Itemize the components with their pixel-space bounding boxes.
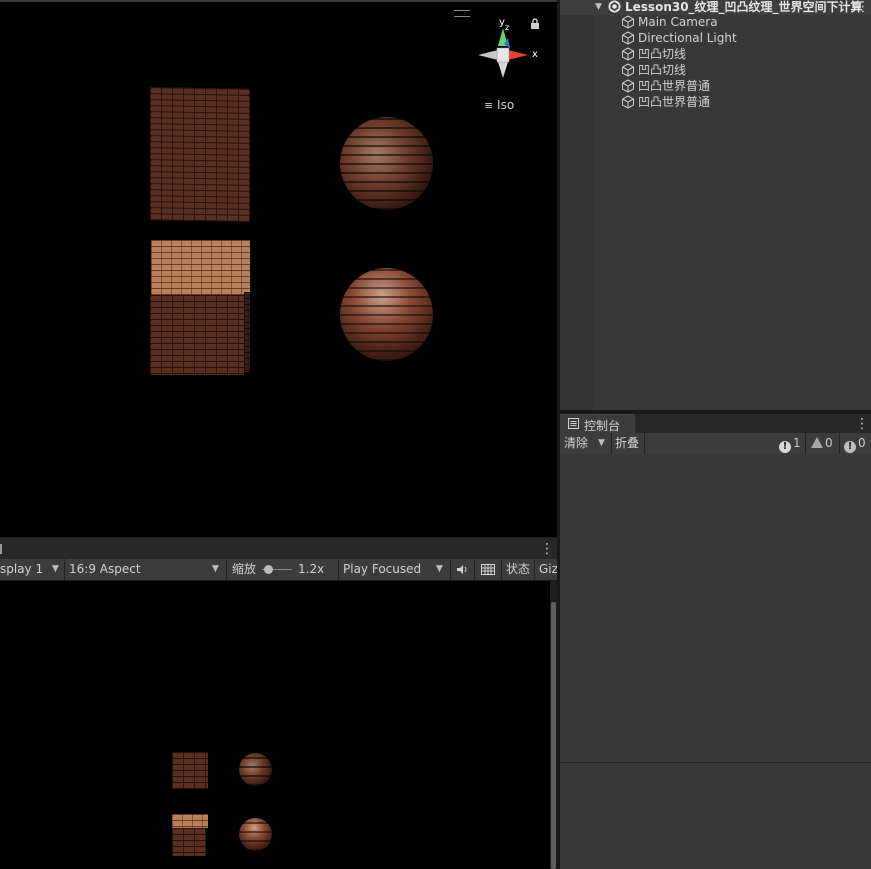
game-view-tabbar: ⋮ (0, 537, 557, 560)
cube-tangent-space[interactable] (150, 87, 250, 222)
scene-more-menu-icon[interactable]: ⋮ (856, 0, 870, 14)
orientation-gizmo[interactable]: y z x (470, 14, 540, 104)
gizmo-z-label: z (505, 23, 510, 32)
gizmo-x-label: x (532, 49, 538, 60)
sphere-tangent-space[interactable] (340, 117, 433, 210)
tab-console[interactable]: 控制台 (560, 414, 635, 434)
scale-slider-thumb[interactable] (264, 565, 273, 574)
gizmos-button[interactable]: Giz (539, 559, 558, 580)
aspect-label: 16:9 Aspect (69, 562, 141, 576)
scale-slider[interactable] (262, 565, 292, 574)
chevron-down-icon: ▼ (52, 564, 59, 574)
hierarchy-item-label: 凹凸切线 (638, 63, 687, 77)
error-count: 0 (858, 436, 866, 450)
cube-world-space[interactable] (150, 240, 250, 375)
aspect-dropdown[interactable]: 16:9 Aspect ▼ (69, 559, 224, 580)
hierarchy-item-label: 凹凸世界普通 (638, 95, 711, 109)
warning-count-toggle[interactable]: 0 (811, 433, 833, 454)
scene-top-border (0, 0, 557, 2)
chevron-down-icon: ▼ (212, 564, 219, 574)
game-sphere-bottom (239, 818, 272, 851)
divider (501, 559, 502, 580)
gameobject-cube-icon (622, 15, 634, 29)
hierarchy-item[interactable]: Main Camera (560, 14, 871, 30)
scene-view[interactable]: y z x ≡ Iso (0, 0, 557, 537)
play-mode-label: Play Focused (343, 562, 422, 576)
cube-top-face (151, 240, 250, 295)
stats-button[interactable]: 状态 (506, 559, 530, 580)
clear-button[interactable]: 清除 (564, 433, 588, 454)
hierarchy-panel: ▼ Lesson30_纹理_凹凸纹理_世界空间下计算 ⋮ Main Camera… (560, 0, 871, 410)
game-tab-edge (0, 544, 2, 554)
divider (534, 559, 535, 580)
hierarchy-item[interactable]: 凹凸切线 (560, 62, 871, 78)
warning-icon (811, 437, 823, 448)
speaker-icon[interactable] (456, 564, 468, 575)
gameobject-cube-icon (622, 79, 634, 93)
divider (805, 433, 806, 454)
divider (450, 559, 451, 580)
menu-lines-icon: ≡ (484, 99, 494, 112)
cube-side-face (244, 292, 250, 372)
projection-label: Iso (497, 98, 515, 112)
console-tab-label: 控制台 (584, 419, 621, 433)
divider (644, 433, 645, 454)
gameobject-cube-icon (622, 63, 634, 77)
game-cube-bottom-front-face (172, 828, 206, 856)
gameobject-cube-icon (622, 31, 634, 45)
console-tab-icon (568, 418, 579, 429)
game-more-menu-icon[interactable]: ⋮ (540, 542, 554, 556)
game-cube-top (172, 752, 208, 789)
expand-arrow-icon[interactable]: ▼ (595, 0, 602, 15)
hierarchy-item[interactable]: 凹凸世界普通 (560, 78, 871, 94)
log-count-toggle[interactable]: ! 1 (779, 433, 801, 454)
game-toolbar: splay 1 ▼ 16:9 Aspect ▼ 缩放 1.2x Play Foc… (0, 559, 558, 581)
projection-toggle[interactable]: ≡ Iso (484, 98, 514, 112)
hierarchy-item-label: 凹凸世界普通 (638, 79, 711, 93)
display-label: splay 1 (0, 562, 44, 576)
gameobject-cube-icon (622, 95, 634, 109)
error-count-toggle[interactable]: ! 0 (844, 433, 866, 454)
scene-name: Lesson30_纹理_凹凸纹理_世界空间下计算 (625, 0, 863, 14)
play-mode-dropdown[interactable]: Play Focused ▼ (343, 559, 448, 580)
info-icon: ! (779, 441, 791, 453)
error-icon: ! (844, 441, 856, 453)
divider (226, 559, 227, 580)
cube-front-face (150, 295, 244, 375)
divider (474, 559, 475, 580)
divider (611, 433, 612, 454)
hierarchy-item-label: Main Camera (638, 15, 718, 29)
scale-label: 缩放 (232, 562, 257, 576)
drag-handle[interactable] (454, 10, 470, 17)
clear-options-chevron-down-icon[interactable]: ▼ (598, 433, 605, 454)
sphere-world-space[interactable] (340, 268, 433, 361)
display-dropdown[interactable]: splay 1 ▼ (0, 559, 63, 580)
divider (338, 559, 339, 580)
hierarchy-item-label: Directional Light (638, 31, 737, 45)
gameobject-cube-icon (622, 47, 634, 61)
log-count: 1 (793, 436, 801, 450)
console-log-list[interactable] (560, 454, 871, 869)
hierarchy-item[interactable]: Directional Light (560, 30, 871, 46)
hierarchy-item-label: 凹凸切线 (638, 47, 687, 61)
console-detail-splitter[interactable] (560, 762, 871, 763)
collapse-toggle[interactable]: 折叠 (615, 433, 639, 454)
console-more-menu-icon[interactable]: ⋮ (855, 417, 869, 431)
game-view[interactable] (0, 581, 550, 869)
chevron-down-icon: ▼ (436, 564, 443, 574)
console-toolbar: 清除 ▼ 折叠 ! 1 0 ! 0 (560, 433, 871, 455)
game-cube-bottom-top-face (172, 814, 208, 828)
game-sphere-top (239, 753, 272, 786)
hierarchy-item[interactable]: 凹凸世界普通 (560, 94, 871, 110)
unity-scene-icon (608, 0, 621, 13)
hierarchy-item[interactable]: 凹凸切线 (560, 46, 871, 62)
game-cube-bottom (172, 814, 208, 856)
warning-count: 0 (825, 436, 833, 450)
scale-value: 1.2x (298, 562, 325, 576)
divider (64, 559, 65, 580)
divider (839, 433, 840, 454)
game-scrollbar-thumb[interactable] (551, 602, 556, 869)
keyboard-icon[interactable] (481, 564, 495, 575)
scene-root-row[interactable]: ▼ Lesson30_纹理_凹凸纹理_世界空间下计算 ⋮ (560, 0, 871, 15)
